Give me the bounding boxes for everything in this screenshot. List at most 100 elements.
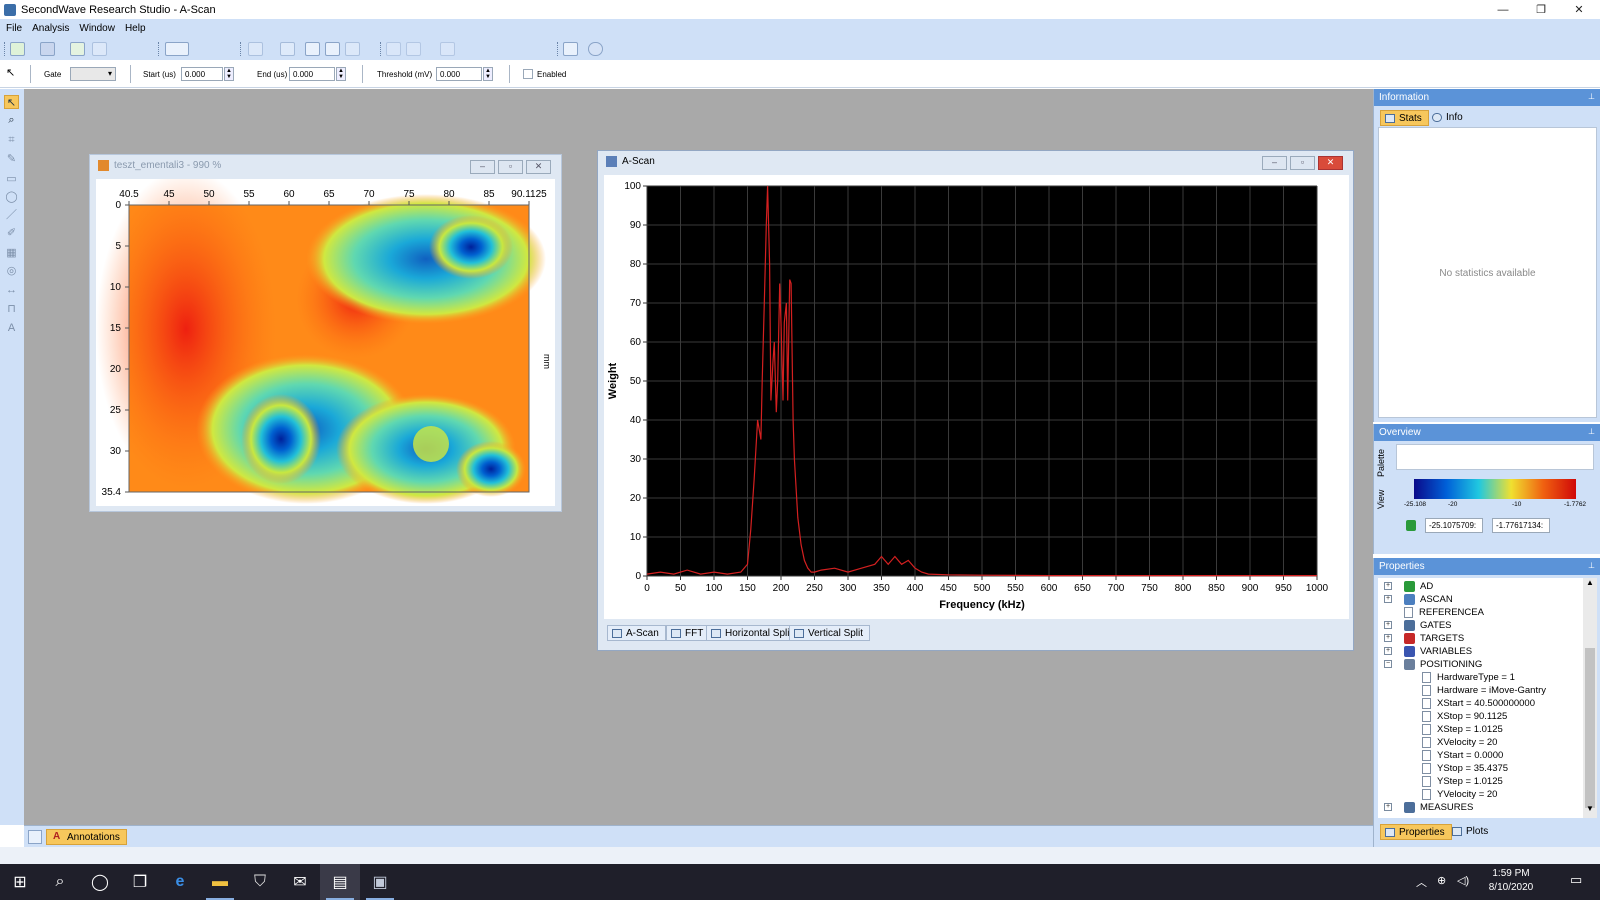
tree-node[interactable]: − POSITIONING xyxy=(1378,658,1482,671)
pin-icon[interactable]: ⊥ xyxy=(1588,92,1595,101)
properties-tree[interactable]: + AD + ASCAN REFERENCEA + GATES + TARGETS + VARIAB… xyxy=(1378,578,1583,818)
expand-icon[interactable]: + xyxy=(1384,595,1392,603)
fft-chart[interactable]: 0 50 100 150 200 250 300 350 400 450 500 550 600 650 7… xyxy=(604,175,1349,619)
tab-annotations[interactable]: A Annotations xyxy=(46,829,127,845)
expand-icon[interactable]: + xyxy=(1384,634,1392,642)
threshold-input[interactable]: 0.000 xyxy=(436,67,482,81)
scroll-up-icon[interactable]: ▲ xyxy=(1583,578,1597,592)
new-icon[interactable] xyxy=(10,42,25,56)
lock-icon[interactable] xyxy=(1406,520,1416,531)
measure-tool-icon[interactable]: ↔ xyxy=(4,283,19,297)
ascan-window[interactable]: A-Scan – ▫ ✕ 0 50 100 150 200 250 300 350 400 450… xyxy=(597,150,1354,651)
clock[interactable]: 1:59 PM 8/10/2020 xyxy=(1483,868,1539,893)
tree-node[interactable]: + VARIABLES xyxy=(1378,645,1472,658)
ascan-close-button[interactable]: ✕ xyxy=(1318,156,1343,170)
end-stepper[interactable]: ▲ ▼ xyxy=(336,67,346,81)
heatmap-minimize-button[interactable]: – xyxy=(470,160,495,174)
gate-select[interactable]: ▾ xyxy=(70,67,116,81)
edge-browser-icon[interactable]: e xyxy=(160,864,200,900)
rectangle-tool-icon[interactable]: ▭ xyxy=(4,171,19,185)
tree-leaf[interactable]: XStep = 1.0125 xyxy=(1378,723,1503,736)
tree-node[interactable]: + TARGETS xyxy=(1378,632,1464,645)
file-explorer-icon[interactable]: ▬ xyxy=(200,864,240,900)
task-view-icon[interactable]: ❐ xyxy=(120,864,160,900)
tree-node[interactable]: + AD xyxy=(1378,580,1433,593)
close-button[interactable]: ✕ xyxy=(1560,0,1598,19)
arrange-icon[interactable] xyxy=(406,42,421,56)
calculator-icon[interactable] xyxy=(563,42,578,56)
pin-icon[interactable]: ⊥ xyxy=(1588,561,1595,570)
tree-leaf[interactable]: YVelocity = 20 xyxy=(1378,788,1497,801)
ascan-minimize-button[interactable]: – xyxy=(1262,156,1287,170)
tree-leaf[interactable]: XStart = 40.500000000 xyxy=(1378,697,1535,710)
cortana-icon[interactable]: ◯ xyxy=(80,864,120,900)
enabled-checkbox[interactable] xyxy=(523,69,533,79)
expand-icon[interactable]: + xyxy=(1384,582,1392,590)
tray-chevron-icon[interactable]: ︿ xyxy=(1416,874,1427,890)
properties-scrollbar[interactable]: ▲ ▼ xyxy=(1583,578,1597,818)
tree-leaf[interactable]: HardwareType = 1 xyxy=(1378,671,1515,684)
scrollbar-thumb[interactable] xyxy=(1585,648,1595,808)
end-input[interactable]: 0.000 xyxy=(289,67,335,81)
menu-analysis[interactable]: Analysis xyxy=(32,23,69,34)
pin-icon[interactable]: ⊥ xyxy=(1588,427,1595,436)
zoom-tool-icon[interactable]: ⌕ xyxy=(4,113,19,127)
pointer-icon[interactable]: ↖ xyxy=(6,66,15,79)
heatmap-window[interactable]: teszt_ementali3 - 990 % – ▫ ✕ 40.5 45 50… xyxy=(89,154,562,512)
start-input[interactable]: 0.000 xyxy=(181,67,223,81)
expand-icon[interactable]: + xyxy=(1384,647,1392,655)
scroll-down-icon[interactable]: ▼ xyxy=(1583,804,1597,818)
minimize-button[interactable]: — xyxy=(1484,0,1522,19)
tab-palette[interactable]: Palette xyxy=(1376,444,1394,482)
tree-leaf[interactable]: XVelocity = 20 xyxy=(1378,736,1497,749)
align-icon[interactable] xyxy=(386,42,401,56)
tree-leaf[interactable]: XStop = 90.1125 xyxy=(1378,710,1507,723)
volume-icon[interactable]: ◁) xyxy=(1457,874,1469,887)
tab-plots[interactable]: Plots xyxy=(1448,824,1494,840)
tree-leaf[interactable]: YStart = 0.0000 xyxy=(1378,749,1503,762)
tree-node[interactable]: REFERENCEA xyxy=(1378,606,1484,619)
menu-help[interactable]: Help xyxy=(125,23,146,34)
select-tool-icon[interactable]: ↖ xyxy=(4,95,19,109)
grid-view-icon[interactable] xyxy=(305,42,320,56)
tab-vertical-split[interactable]: Vertical Split xyxy=(789,625,871,641)
heatmap-close-button[interactable]: ✕ xyxy=(526,160,551,174)
table-view-icon[interactable] xyxy=(325,42,340,56)
tab-view[interactable]: View xyxy=(1376,484,1394,514)
store-icon[interactable]: ⛉ xyxy=(240,864,280,900)
crop-tool-icon[interactable]: ⌗ xyxy=(4,133,19,147)
menu-window[interactable]: Window xyxy=(79,23,115,34)
layout-dropdown-icon[interactable] xyxy=(165,42,189,56)
mail-icon[interactable]: ✉ xyxy=(280,864,320,900)
ascan-window-titlebar[interactable]: A-Scan xyxy=(598,151,1353,171)
save-icon[interactable] xyxy=(40,42,55,56)
windows-start-icon[interactable]: ⊞ xyxy=(0,864,40,900)
restore-button[interactable]: ❐ xyxy=(1522,0,1560,19)
tab-properties[interactable]: Properties xyxy=(1380,824,1452,840)
chart-view-icon[interactable] xyxy=(345,42,360,56)
remote-app-icon[interactable]: ▣ xyxy=(360,864,400,900)
tree-leaf[interactable]: YStop = 35.4375 xyxy=(1378,762,1508,775)
secondwave-app-icon[interactable]: ▤ xyxy=(320,864,360,900)
threshold-stepper[interactable]: ▲ ▼ xyxy=(483,67,493,81)
expand-icon[interactable]: + xyxy=(1384,803,1392,811)
export-icon[interactable] xyxy=(70,42,85,56)
tab-stats[interactable]: Stats xyxy=(1380,110,1429,126)
notifications-icon[interactable]: ▭ xyxy=(1570,872,1582,888)
network-icon[interactable]: ⊕ xyxy=(1437,874,1446,887)
line-tool-icon[interactable]: ／ xyxy=(4,207,19,221)
tree-node[interactable]: + ASCAN xyxy=(1378,593,1453,606)
print-icon[interactable] xyxy=(92,42,107,56)
tree-leaf[interactable]: Hardware = iMove-Gantry xyxy=(1378,684,1546,697)
tab-a-scan[interactable]: A-Scan xyxy=(607,625,666,641)
start-stepper[interactable]: ▲ ▼ xyxy=(224,67,234,81)
ruler-tool-icon[interactable]: ⊓ xyxy=(4,301,19,315)
tree-leaf[interactable]: YStep = 1.0125 xyxy=(1378,775,1503,788)
expand-icon[interactable]: + xyxy=(1384,621,1392,629)
filter-icon[interactable] xyxy=(440,42,455,56)
scale-min-input[interactable]: -25.1075709: xyxy=(1425,518,1483,533)
target-tool-icon[interactable]: ◎ xyxy=(4,263,19,277)
brush-tool-icon[interactable]: ✐ xyxy=(4,225,19,239)
text-tool-icon[interactable]: A xyxy=(4,321,19,335)
collapse-icon[interactable]: − xyxy=(1384,660,1392,668)
